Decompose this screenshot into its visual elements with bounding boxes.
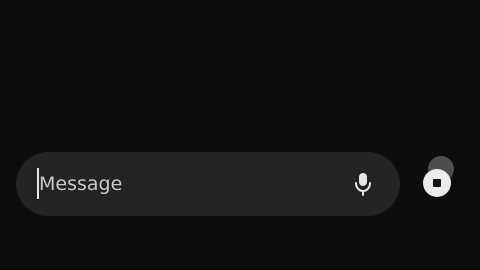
chat-screen [0,0,480,270]
microphone-icon [355,173,371,196]
stop-icon [433,179,441,187]
message-input[interactable] [39,169,329,199]
stop-button[interactable] [423,169,451,197]
stop-control [420,156,460,200]
voice-input-button[interactable] [349,170,377,198]
